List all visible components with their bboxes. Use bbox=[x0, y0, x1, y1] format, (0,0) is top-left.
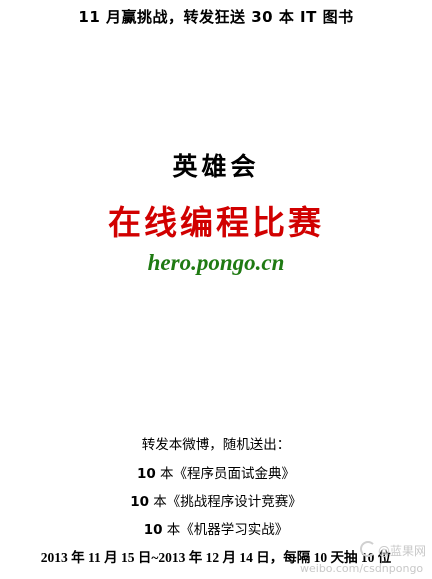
contest-title: 在线编程比赛 bbox=[108, 203, 324, 242]
watermark-logo-text: @蓝果网 bbox=[378, 544, 427, 558]
header-title: 11 月赢挑战，转发狂送 30 本 IT 图书 bbox=[78, 8, 354, 26]
book-count: 10 bbox=[130, 494, 149, 510]
watermark-logo: @蓝果网 bbox=[360, 541, 426, 559]
weibo-swirl-icon bbox=[360, 541, 376, 557]
brand-name: 英雄会 bbox=[172, 152, 260, 181]
book-item: 10 本《挑战程序设计竞赛》 bbox=[0, 490, 432, 510]
book-title: 本《机器学习实战》 bbox=[162, 522, 289, 538]
watermark-url: weibo.com/csdnpongo bbox=[300, 562, 424, 575]
book-count: 10 bbox=[143, 522, 163, 538]
book-title: 本《挑战程序设计竞赛》 bbox=[149, 494, 302, 510]
contest-url: hero.pongo.cn bbox=[147, 250, 285, 275]
book-title: 本《程序员面试金典》 bbox=[155, 466, 296, 482]
giveaway-intro: 转发本微博，随机送出： bbox=[141, 437, 291, 453]
book-item: 10 本《程序员面试金典》 bbox=[0, 462, 432, 482]
book-count: 10 bbox=[136, 466, 156, 482]
book-item: 10 本《机器学习实战》 bbox=[0, 518, 432, 538]
